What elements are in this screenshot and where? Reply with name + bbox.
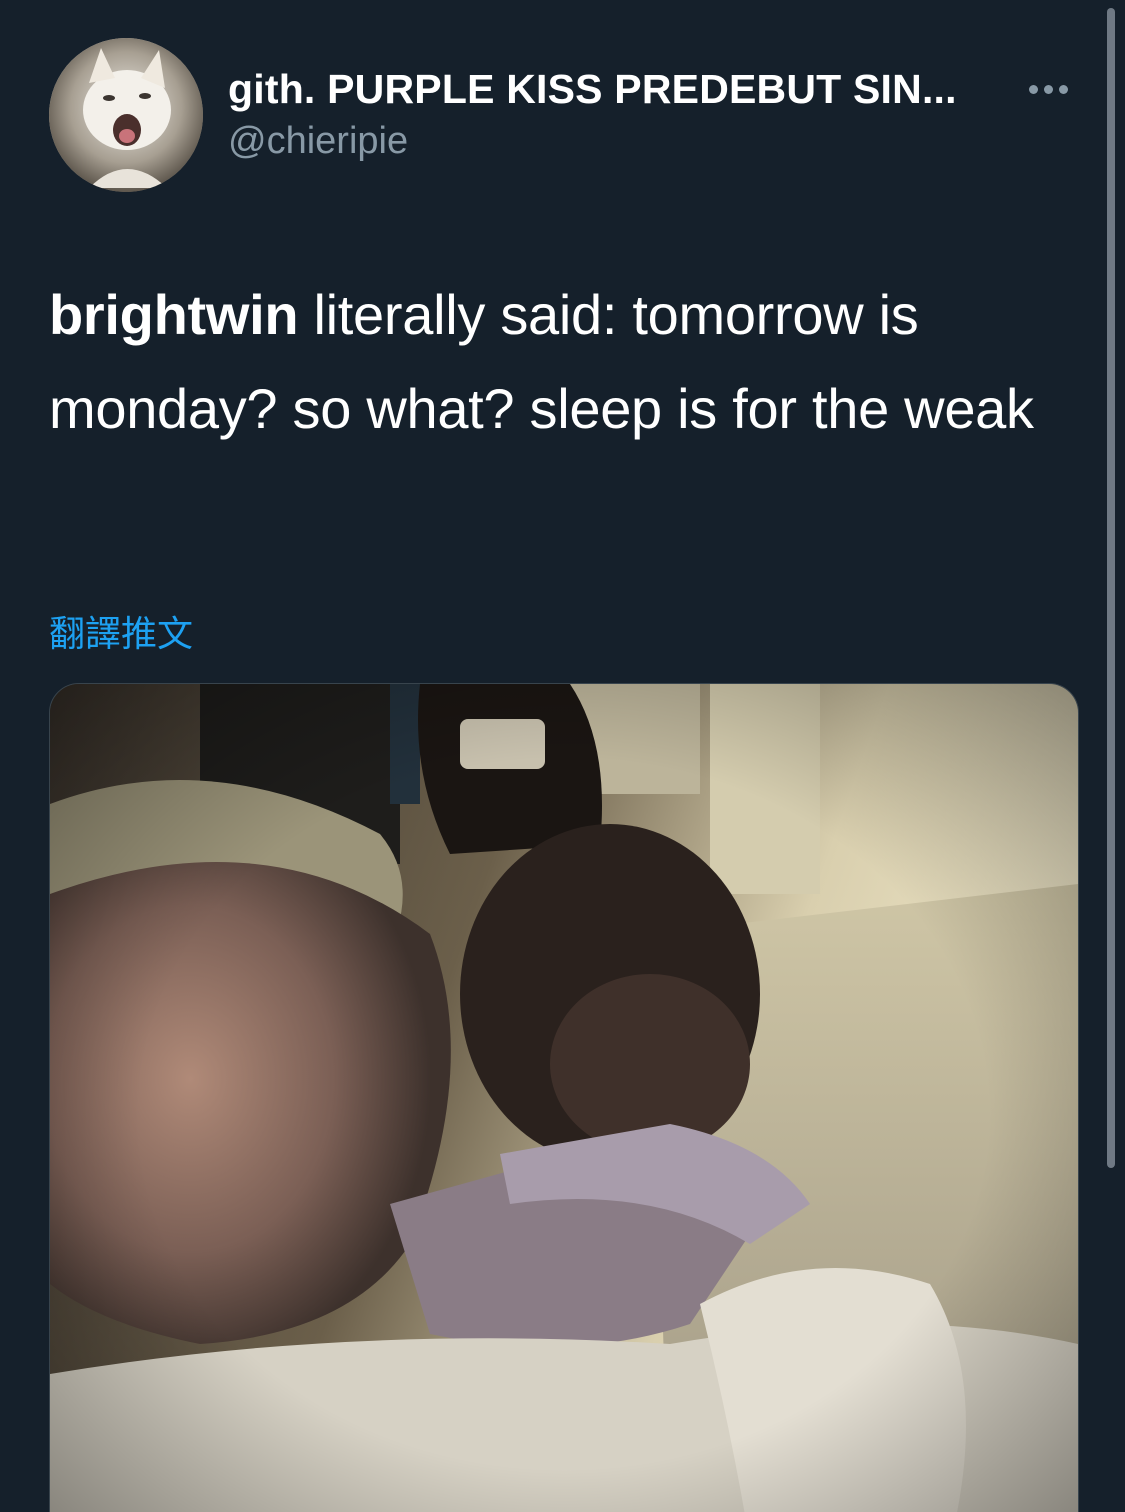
more-horizontal-icon-dot xyxy=(1058,84,1068,94)
scrollbar[interactable] xyxy=(1107,8,1115,1168)
cat-avatar-icon xyxy=(49,38,203,192)
tweet-media-video[interactable] xyxy=(49,683,1079,1512)
author-handle[interactable]: @chieripie xyxy=(228,120,408,163)
more-horizontal-icon xyxy=(1028,84,1038,94)
more-horizontal-icon-dot xyxy=(1043,84,1053,94)
author-display-name[interactable]: gith. PURPLE KISS PREDEBUT SIN... xyxy=(228,66,957,113)
more-options-button[interactable] xyxy=(1020,72,1076,106)
translate-tweet-link[interactable]: 翻譯推文 xyxy=(49,605,193,657)
tweet-card: gith. PURPLE KISS PREDEBUT SIN... @chier… xyxy=(0,0,1125,1512)
user-avatar[interactable] xyxy=(49,38,203,192)
tweet-text: brightwin literally said: tomorrow is mo… xyxy=(49,268,1059,456)
video-frame xyxy=(50,684,1078,1512)
tweet-text-bold: brightwin xyxy=(49,283,299,346)
